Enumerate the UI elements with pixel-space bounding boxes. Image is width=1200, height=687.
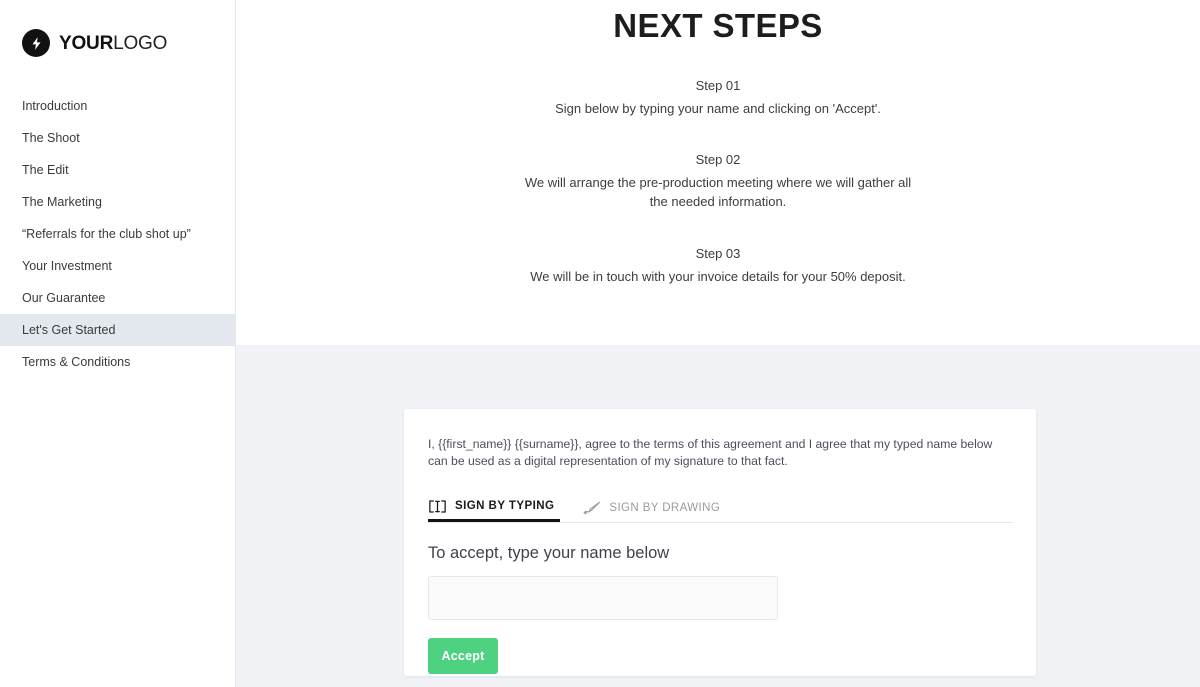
- pen-nib-icon: [582, 500, 601, 516]
- tab-sign-by-drawing-label: SIGN BY DRAWING: [609, 501, 721, 514]
- sidebar-nav: Introduction The Shoot The Edit The Mark…: [0, 90, 235, 378]
- main-content: NEXT STEPS Step 01 Sign below by typing …: [236, 0, 1200, 687]
- sidebar-item-lets-get-started[interactable]: Let's Get Started: [0, 314, 235, 346]
- name-field-label: To accept, type your name below: [428, 544, 670, 562]
- step-block-03: Step 03 We will be in touch with your in…: [236, 244, 1200, 286]
- sidebar-item-your-investment[interactable]: Your Investment: [0, 250, 235, 282]
- sidebar-item-the-edit[interactable]: The Edit: [0, 154, 235, 186]
- step-description-03: We will be in touch with your invoice de…: [530, 268, 906, 284]
- step-label-03: Step 03: [695, 245, 741, 261]
- step-label-01: Step 01: [695, 77, 741, 93]
- logo-text-bold: YOUR: [59, 32, 114, 54]
- text-cursor-icon: [428, 498, 447, 514]
- signature-tabs: SIGN BY TYPING SIGN BY DRAWING: [428, 493, 1012, 523]
- next-steps-section: NEXT STEPS Step 01 Sign below by typing …: [236, 0, 1200, 286]
- agreement-text: I, {{first_name}} {{surname}}, agree to …: [428, 437, 993, 468]
- sidebar: YOURLOGO Introduction The Shoot The Edit…: [0, 0, 236, 687]
- lightning-bolt-icon: [22, 29, 50, 57]
- logo-text: YOURLOGO: [59, 34, 167, 53]
- logo-text-light: LOGO: [113, 32, 168, 54]
- step-block-02: Step 02 We will arrange the pre-producti…: [236, 150, 1200, 211]
- tab-sign-by-drawing[interactable]: SIGN BY DRAWING: [582, 493, 726, 522]
- page-root: YOURLOGO Introduction The Shoot The Edit…: [0, 0, 1200, 687]
- logo[interactable]: YOURLOGO: [22, 28, 235, 58]
- sidebar-item-the-marketing[interactable]: The Marketing: [0, 186, 235, 218]
- accept-button[interactable]: Accept: [428, 638, 498, 674]
- sidebar-item-the-shoot[interactable]: The Shoot: [0, 122, 235, 154]
- signature-card: I, {{first_name}} {{surname}}, agree to …: [404, 409, 1036, 676]
- tab-sign-by-typing[interactable]: SIGN BY TYPING: [428, 493, 561, 522]
- tab-sign-by-typing-label: SIGN BY TYPING: [455, 500, 555, 512]
- step-block-01: Step 01 Sign below by typing your name a…: [236, 76, 1200, 118]
- sidebar-item-introduction[interactable]: Introduction: [0, 90, 235, 122]
- sidebar-item-terms-conditions[interactable]: Terms & Conditions: [0, 346, 235, 378]
- page-title: NEXT STEPS: [613, 7, 823, 44]
- step-description-02: We will arrange the pre-production meeti…: [524, 174, 912, 209]
- signature-name-input[interactable]: [428, 576, 778, 620]
- sidebar-item-our-guarantee[interactable]: Our Guarantee: [0, 282, 235, 314]
- step-description-01: Sign below by typing your name and click…: [555, 100, 881, 116]
- sidebar-item-referrals[interactable]: “Referrals for the club shot up”: [0, 218, 235, 250]
- step-label-02: Step 02: [695, 151, 741, 167]
